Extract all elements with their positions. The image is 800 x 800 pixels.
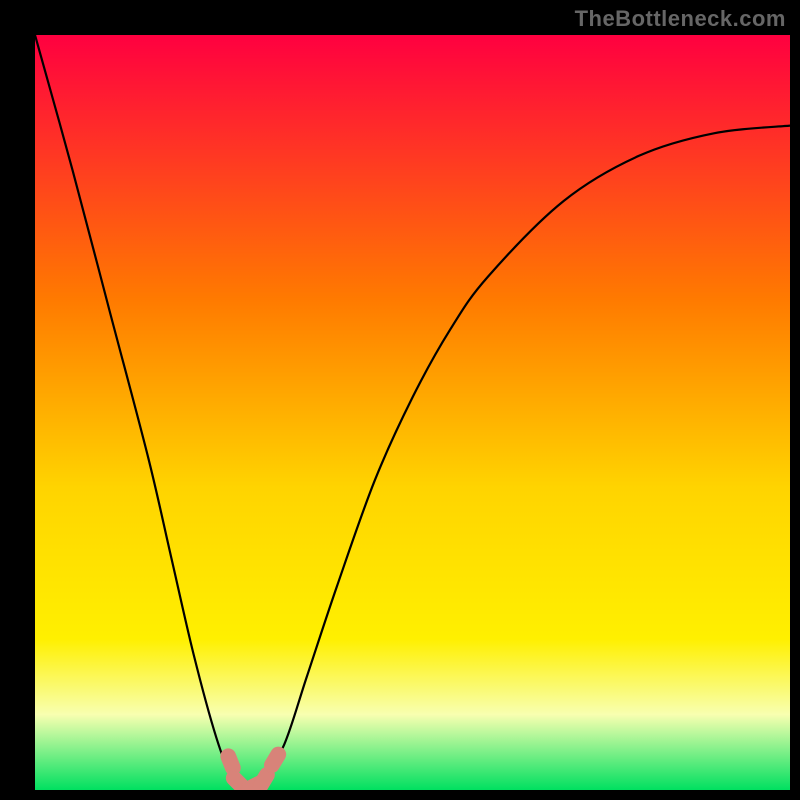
chart-background [35, 35, 790, 790]
watermark-text: TheBottleneck.com [575, 6, 786, 32]
chart-plot-area [35, 35, 790, 790]
chart-svg [35, 35, 790, 790]
